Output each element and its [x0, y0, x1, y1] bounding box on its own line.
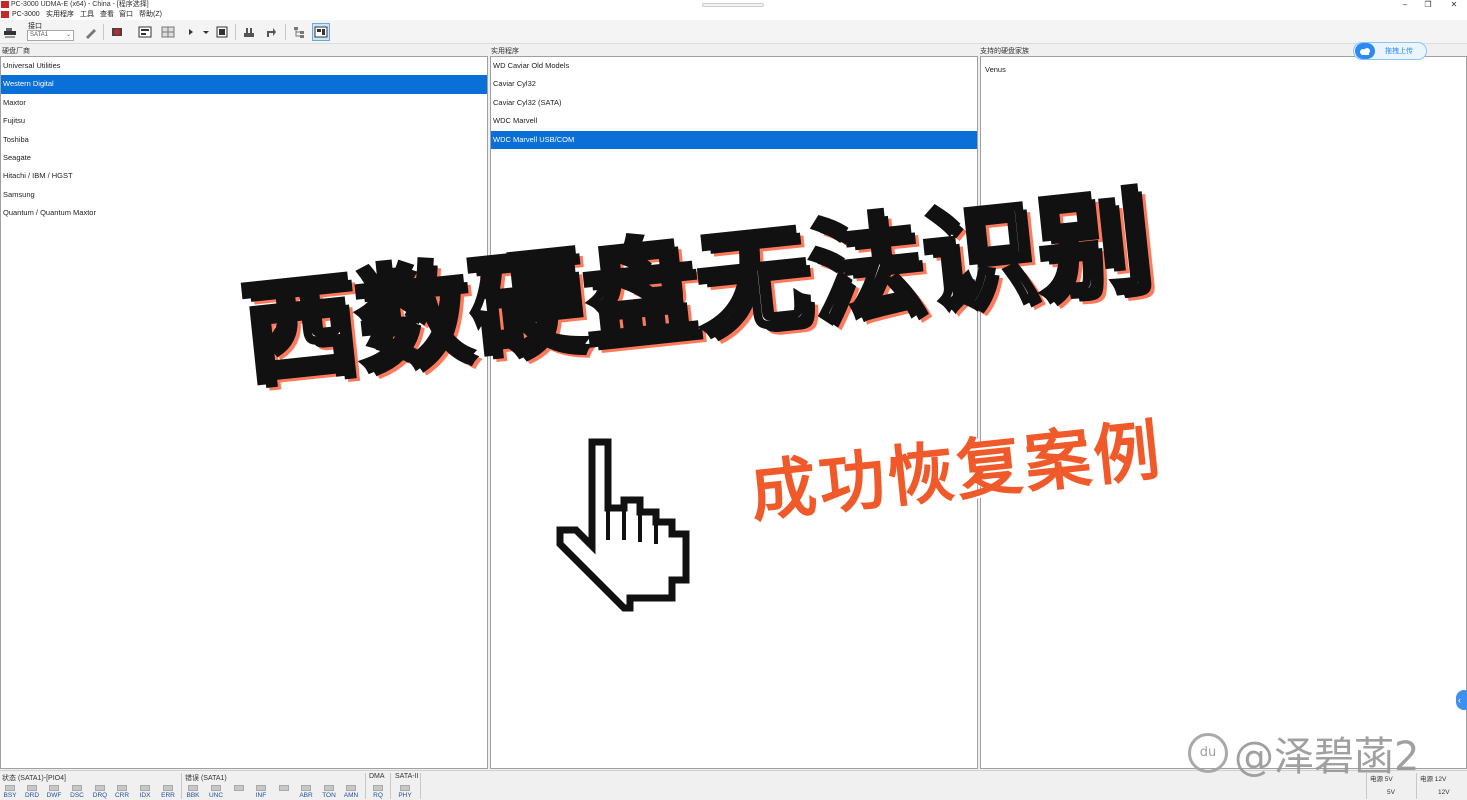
- status-separator: [365, 773, 366, 799]
- port-select[interactable]: SATA1 ⌄: [27, 30, 74, 41]
- led-bsy: BSY: [2, 785, 18, 799]
- upload-button-label: 拖拽上传: [1385, 48, 1413, 55]
- log-icon[interactable]: [213, 23, 231, 41]
- led-unc: UNC: [208, 785, 224, 799]
- vendors-panel-label: 硬盘厂商: [2, 48, 30, 55]
- menu-tools[interactable]: 工具: [80, 9, 94, 20]
- led-drq: DRQ: [92, 785, 108, 799]
- view-mode-icon[interactable]: [312, 23, 330, 41]
- list-item[interactable]: Fujitsu: [1, 112, 487, 130]
- led-blank: [276, 785, 292, 792]
- drag-handle[interactable]: [702, 3, 764, 7]
- toolbar-separator: [285, 24, 286, 40]
- window-title: PC-3000 UDMA-E (x64) - China - [程序选择]: [11, 1, 149, 8]
- grid-table-icon[interactable]: [159, 23, 177, 41]
- sector-editor-icon[interactable]: [136, 23, 154, 41]
- led-err: ERR: [160, 785, 176, 799]
- status-separator: [181, 773, 182, 799]
- error-title: 错误 (SATA1): [185, 775, 227, 782]
- list-item[interactable]: Toshiba: [1, 131, 487, 149]
- led-crr: CRR: [114, 785, 130, 799]
- watermark-text: @泽碧菡2: [1234, 734, 1420, 780]
- list-item[interactable]: Maxtor: [1, 94, 487, 112]
- list-item[interactable]: WDC Marvell: [491, 112, 977, 130]
- status-separator: [390, 773, 391, 799]
- list-item[interactable]: Quantum / Quantum Maxtor: [1, 204, 487, 222]
- led-amn: AMN: [343, 785, 359, 799]
- list-item[interactable]: Universal Utilities: [1, 57, 487, 75]
- tree-view-icon[interactable]: [290, 23, 308, 41]
- chevron-down-icon: ⌄: [65, 32, 71, 38]
- app-window: PC-3000 UDMA-E (x64) - China - [程序选择] – …: [0, 0, 1467, 800]
- led-inf: INF: [253, 785, 269, 799]
- side-collapse-button[interactable]: ‹: [1456, 690, 1467, 710]
- list-item-selected[interactable]: WDC Marvell USB/COM: [491, 130, 977, 149]
- led-drd: DRD: [24, 785, 40, 799]
- led-dsc: DSC: [69, 785, 85, 799]
- power-12v-title: 电源 12V: [1420, 776, 1447, 783]
- close-icon[interactable]: ✕: [1445, 0, 1463, 9]
- toolbar-separator: [235, 24, 236, 40]
- upload-button[interactable]: 拖拽上传: [1353, 42, 1427, 60]
- hand-pointer-icon: [556, 438, 690, 612]
- minimize-icon[interactable]: –: [1396, 0, 1414, 9]
- led-blank: [231, 785, 247, 792]
- sata-title: SATA-II: [395, 773, 419, 780]
- menu-view[interactable]: 查看: [100, 9, 114, 20]
- dma-title: DMA: [369, 773, 385, 780]
- list-item[interactable]: Hitachi / IBM / HGST: [1, 167, 487, 185]
- menu-help[interactable]: 帮助(Z): [139, 9, 162, 20]
- reset-icon[interactable]: [262, 23, 280, 41]
- list-item[interactable]: Samsung: [1, 186, 487, 204]
- wrench-icon[interactable]: [82, 23, 100, 41]
- device-icon[interactable]: [1, 23, 19, 41]
- menu-utilities[interactable]: 实用程序: [46, 9, 74, 20]
- led-phy: PHY: [397, 785, 413, 799]
- list-item[interactable]: Caviar Cyl32: [491, 75, 977, 93]
- led-dwf: DWF: [46, 785, 62, 799]
- menu-pc3000[interactable]: PC-3000: [12, 9, 40, 20]
- list-item[interactable]: WD Caviar Old Models: [491, 57, 977, 75]
- restore-icon[interactable]: ❐: [1419, 0, 1437, 9]
- families-panel-label: 支持的硬盘家族: [980, 48, 1029, 55]
- led-ton: TON: [321, 785, 337, 799]
- menu-window[interactable]: 窗口: [119, 9, 133, 20]
- list-item[interactable]: Caviar Cyl32 (SATA): [491, 94, 977, 112]
- led-rq: RQ: [370, 785, 386, 799]
- cloud-upload-icon: [1355, 43, 1375, 59]
- state-title: 状态 (SATA1)-[PIO4]: [2, 775, 66, 782]
- head-map-icon[interactable]: [240, 23, 258, 41]
- list-item[interactable]: Seagate: [1, 149, 487, 167]
- list-item-selected[interactable]: Western Digital: [1, 75, 487, 94]
- utilities-panel-label: 实用程序: [491, 48, 519, 55]
- led-abr: ABR: [298, 785, 314, 799]
- menu-bar: PC-3000 实用程序 工具 查看 窗口 帮助(Z): [0, 9, 1467, 20]
- power-5v-value: 5V: [1387, 789, 1395, 796]
- paw-logo-icon: du: [1188, 733, 1228, 773]
- status-separator: [420, 773, 421, 799]
- watermark: du @泽碧菡2: [1188, 724, 1419, 782]
- port-select-value: SATA1: [30, 32, 49, 38]
- toolbar: 接口 SATA1 ⌄: [0, 20, 1467, 44]
- app-logo-icon: [1, 1, 9, 8]
- led-idx: IDX: [137, 785, 153, 799]
- power-settings-icon[interactable]: [108, 23, 126, 41]
- app-menu-icon[interactable]: [1, 11, 9, 18]
- led-bbk: BBK: [185, 785, 201, 799]
- power-12v-value: 12V: [1438, 789, 1450, 796]
- toolbar-separator: [103, 24, 104, 40]
- title-bar: PC-3000 UDMA-E (x64) - China - [程序选择] – …: [0, 0, 1467, 9]
